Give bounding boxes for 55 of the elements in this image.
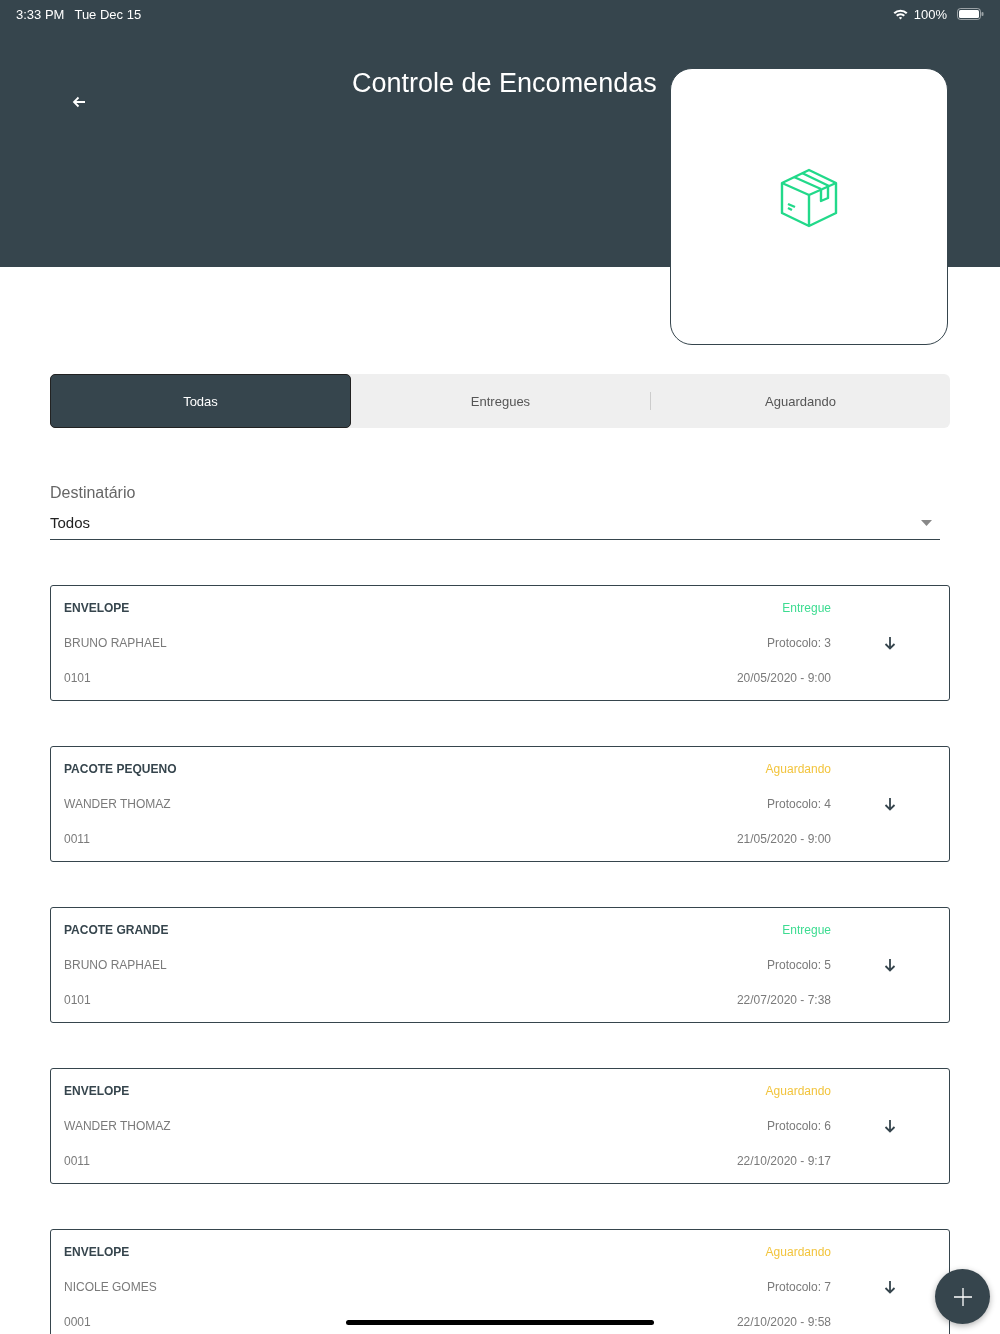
package-type: ENVELOPE (64, 601, 130, 615)
recipient-name: BRUNO RAPHAEL (64, 636, 167, 650)
delivery-date: 22/10/2020 - 9:17 (736, 1154, 831, 1168)
recipient-name: WANDER THOMAZ (64, 1119, 171, 1133)
recipient-name: BRUNO RAPHAEL (64, 958, 167, 972)
status-label: Entregue (782, 923, 831, 937)
filter-tab[interactable]: Aguardando (651, 374, 950, 428)
recipient-name: NICOLE GOMES (64, 1280, 157, 1294)
page-title: Controle de Encomendas (352, 68, 657, 99)
package-type: PACOTE GRANDE (64, 923, 169, 937)
status-label: Aguardando (765, 762, 831, 776)
unit-number: 0101 (64, 671, 91, 685)
unit-number: 0001 (64, 1315, 91, 1329)
delivery-date: 21/05/2020 - 9:00 (736, 832, 831, 846)
status-label: Aguardando (765, 1245, 831, 1259)
package-item[interactable]: PACOTE PEQUENO Aguardando WANDER THOMAZ Protocolo: 4 0011 21/05/2020 - 9:00 (50, 746, 950, 862)
delivery-date: 22/07/2020 - 7:38 (736, 993, 831, 1007)
plus-icon (953, 1287, 972, 1306)
delivery-date: 20/05/2020 - 9:00 (736, 671, 831, 685)
status-time: 3:33 PM (16, 6, 65, 22)
expand-button[interactable] (884, 1280, 896, 1294)
filter-tab[interactable]: Todas (50, 374, 351, 428)
battery-icon (957, 8, 984, 20)
delivery-date: 22/10/2020 - 9:58 (736, 1315, 831, 1329)
expand-button[interactable] (884, 636, 896, 650)
status-label: Aguardando (765, 1084, 831, 1098)
add-button[interactable] (935, 1269, 990, 1324)
package-type: PACOTE PEQUENO (64, 762, 177, 776)
back-button[interactable] (70, 94, 88, 110)
caret-icon (921, 519, 932, 526)
unit-number: 0101 (64, 993, 91, 1007)
protocol-number: Protocolo: 7 (766, 1280, 831, 1294)
protocol-number: Protocolo: 5 (766, 958, 831, 972)
unit-number: 0011 (64, 832, 90, 846)
package-type: ENVELOPE (64, 1084, 130, 1098)
package-type: ENVELOPE (64, 1245, 130, 1259)
expand-button[interactable] (884, 1119, 896, 1133)
package-item[interactable]: ENVELOPE Entregue BRUNO RAPHAEL Protocolo: 3 0101 20/05/2020 - 9:00 (50, 585, 950, 701)
unit-number: 0011 (64, 1154, 90, 1168)
expand-button[interactable] (884, 958, 896, 972)
protocol-number: Protocolo: 4 (766, 797, 831, 811)
recipient-name: WANDER THOMAZ (64, 797, 171, 811)
status-label: Entregue (782, 601, 831, 615)
filter-tab[interactable]: Entregues (351, 374, 650, 428)
expand-button[interactable] (884, 797, 896, 811)
box-icon (780, 167, 838, 228)
battery-percent: 100% (913, 6, 947, 22)
protocol-number: Protocolo: 6 (766, 1119, 831, 1133)
status-date: Tue Dec 15 (74, 6, 142, 22)
wifi-icon (892, 8, 908, 20)
recipient-dropdown[interactable]: Todos (50, 514, 940, 540)
field-label: Destinatário (50, 484, 137, 502)
protocol-number: Protocolo: 3 (766, 636, 831, 650)
package-item[interactable]: PACOTE GRANDE Entregue BRUNO RAPHAEL Protocolo: 5 0101 22/07/2020 - 7:38 (50, 907, 950, 1023)
package-item[interactable]: ENVELOPE Aguardando WANDER THOMAZ Protocolo: 6 0011 22/10/2020 - 9:17 (50, 1068, 950, 1184)
